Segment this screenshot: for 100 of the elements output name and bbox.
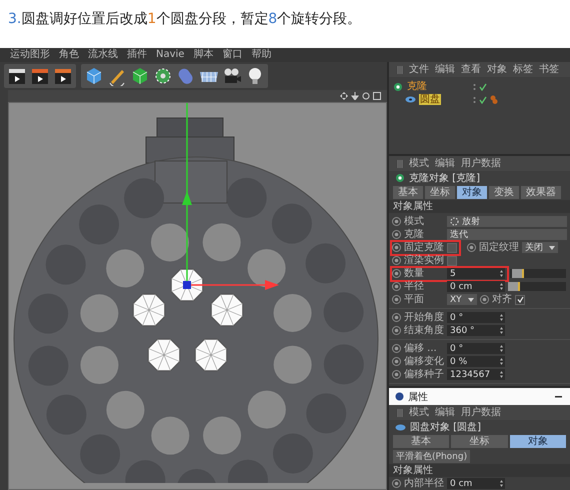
tab[interactable]: 对象: [510, 435, 566, 448]
tab[interactable]: 坐标: [451, 435, 508, 448]
spinner-icon[interactable]: [500, 358, 503, 365]
tab[interactable]: 基本: [393, 435, 450, 448]
axis-center-handle[interactable]: [183, 281, 191, 289]
section-header: 对象属性: [389, 464, 570, 477]
menu-item[interactable]: 用户数据: [461, 406, 501, 418]
number-field[interactable]: 0 %: [447, 356, 505, 367]
dotted-circle-icon: [450, 217, 459, 226]
gear-icon[interactable]: [153, 66, 173, 86]
menu-item[interactable]: 书签: [539, 64, 559, 76]
disc-icon: [395, 424, 406, 430]
cube-icon[interactable]: [130, 66, 150, 86]
menu-item[interactable]: 角色: [59, 49, 79, 61]
field-label: 开始角度: [404, 312, 444, 324]
menu-item[interactable]: 文件: [409, 64, 429, 76]
menu-item[interactable]: 模式: [409, 406, 429, 418]
number-field[interactable]: 5: [447, 268, 505, 279]
cloner-icon: [395, 173, 405, 183]
menu-item[interactable]: 编辑: [435, 406, 455, 418]
phong-tag-button[interactable]: 平滑着色(Phong): [393, 450, 470, 463]
rotate-view-icon[interactable]: [362, 92, 370, 100]
tab[interactable]: 基本: [393, 186, 423, 199]
spinner-icon[interactable]: [500, 345, 503, 352]
menu-item[interactable]: 帮助: [251, 49, 272, 61]
menu-item[interactable]: 对象: [487, 64, 507, 76]
number-field[interactable]: 0 °: [447, 312, 505, 323]
grip-icon: [397, 66, 403, 74]
menu-item[interactable]: 用户数据: [461, 158, 501, 170]
menu-item[interactable]: 编辑: [435, 64, 455, 76]
grip-icon: [397, 408, 403, 416]
menu-item[interactable]: 模式: [409, 158, 429, 170]
dropdown[interactable]: XY: [447, 294, 477, 305]
spinner-icon[interactable]: [500, 480, 503, 487]
visibility-dots-icon[interactable]: [473, 82, 476, 90]
number-field[interactable]: 360 °: [447, 325, 505, 336]
menu-item[interactable]: 插件: [127, 49, 147, 61]
spinner-icon[interactable]: [500, 270, 503, 277]
field-label: 平面: [404, 294, 425, 306]
tab[interactable]: 对象: [457, 186, 487, 199]
spinner-icon[interactable]: [500, 283, 503, 290]
menu-item[interactable]: Navie: [156, 49, 184, 61]
dropdown[interactable]: 关闭: [522, 242, 558, 253]
slider-thumb[interactable]: [512, 269, 524, 278]
object-title: 圆盘对象 [圆盘]: [410, 420, 481, 434]
number-field[interactable]: 1234567: [447, 369, 505, 380]
minimize-icon[interactable]: [555, 396, 562, 398]
keyframe-toggle-icon[interactable]: [467, 243, 476, 252]
field-label: 偏移 ...: [404, 342, 438, 354]
visibility-dots-icon[interactable]: [473, 96, 476, 104]
spinner-icon[interactable]: [500, 327, 503, 334]
maximize-view-icon[interactable]: [373, 92, 381, 100]
slider-thumb[interactable]: [508, 282, 520, 291]
camera-icon[interactable]: [222, 66, 242, 86]
clapperboard-icon[interactable]: [53, 66, 73, 86]
tab[interactable]: 坐标: [425, 186, 455, 199]
field-label: 内部半径: [404, 478, 444, 490]
move-view-icon[interactable]: [340, 92, 348, 100]
slider-track[interactable]: [508, 282, 566, 291]
object-name[interactable]: 克隆: [406, 81, 428, 92]
slider-track[interactable]: [510, 269, 566, 278]
app-logo-icon: [395, 392, 404, 401]
menu-item[interactable]: 脚本: [193, 49, 214, 61]
field-label: 模式: [404, 216, 425, 228]
tab[interactable]: 效果器: [521, 186, 561, 199]
dropdown[interactable]: 迭代: [447, 229, 567, 240]
field-label: 固定纹理: [479, 242, 519, 254]
menu-item[interactable]: 查看: [461, 64, 481, 76]
clapperboard-icon[interactable]: [30, 66, 50, 86]
field-label: 数量: [404, 268, 425, 280]
tab[interactable]: 变换: [489, 186, 519, 199]
keyframe-toggle-icon[interactable]: [392, 479, 401, 488]
caret-icon: [549, 246, 555, 250]
tag-icon[interactable]: [490, 95, 498, 104]
field-label: 结束角度: [404, 324, 444, 336]
disc-icon: [405, 96, 416, 103]
field-label: 渲染实例: [404, 254, 444, 266]
cube-icon[interactable]: [84, 66, 104, 86]
checkbox[interactable]: [447, 242, 457, 252]
menu-item[interactable]: 运动图形: [10, 49, 50, 61]
number-field[interactable]: 0 cm: [447, 478, 505, 489]
spinner-icon[interactable]: [500, 371, 503, 378]
object-name[interactable]: 圆盘: [419, 94, 441, 105]
spinner-icon[interactable]: [500, 314, 503, 321]
number-field[interactable]: 0 cm: [447, 281, 505, 292]
zoom-view-icon[interactable]: [351, 92, 359, 100]
menu-item[interactable]: 流水线: [88, 49, 118, 61]
number-field[interactable]: 0 °: [447, 343, 505, 354]
y-axis-arrow[interactable]: [182, 103, 192, 283]
menu-item[interactable]: 窗口: [222, 49, 242, 61]
grip-icon: [397, 160, 403, 168]
field-label: 半径: [404, 280, 425, 292]
checkbox[interactable]: [515, 294, 525, 304]
checkmark-icon: [516, 296, 524, 303]
dropdown[interactable]: 放射: [447, 216, 567, 227]
keyframe-toggle-icon[interactable]: [480, 295, 489, 304]
menu-item[interactable]: 编辑: [435, 158, 455, 170]
menu-item[interactable]: 标签: [513, 64, 533, 76]
clapperboard-icon[interactable]: [7, 66, 27, 86]
checkbox[interactable]: [447, 256, 457, 266]
